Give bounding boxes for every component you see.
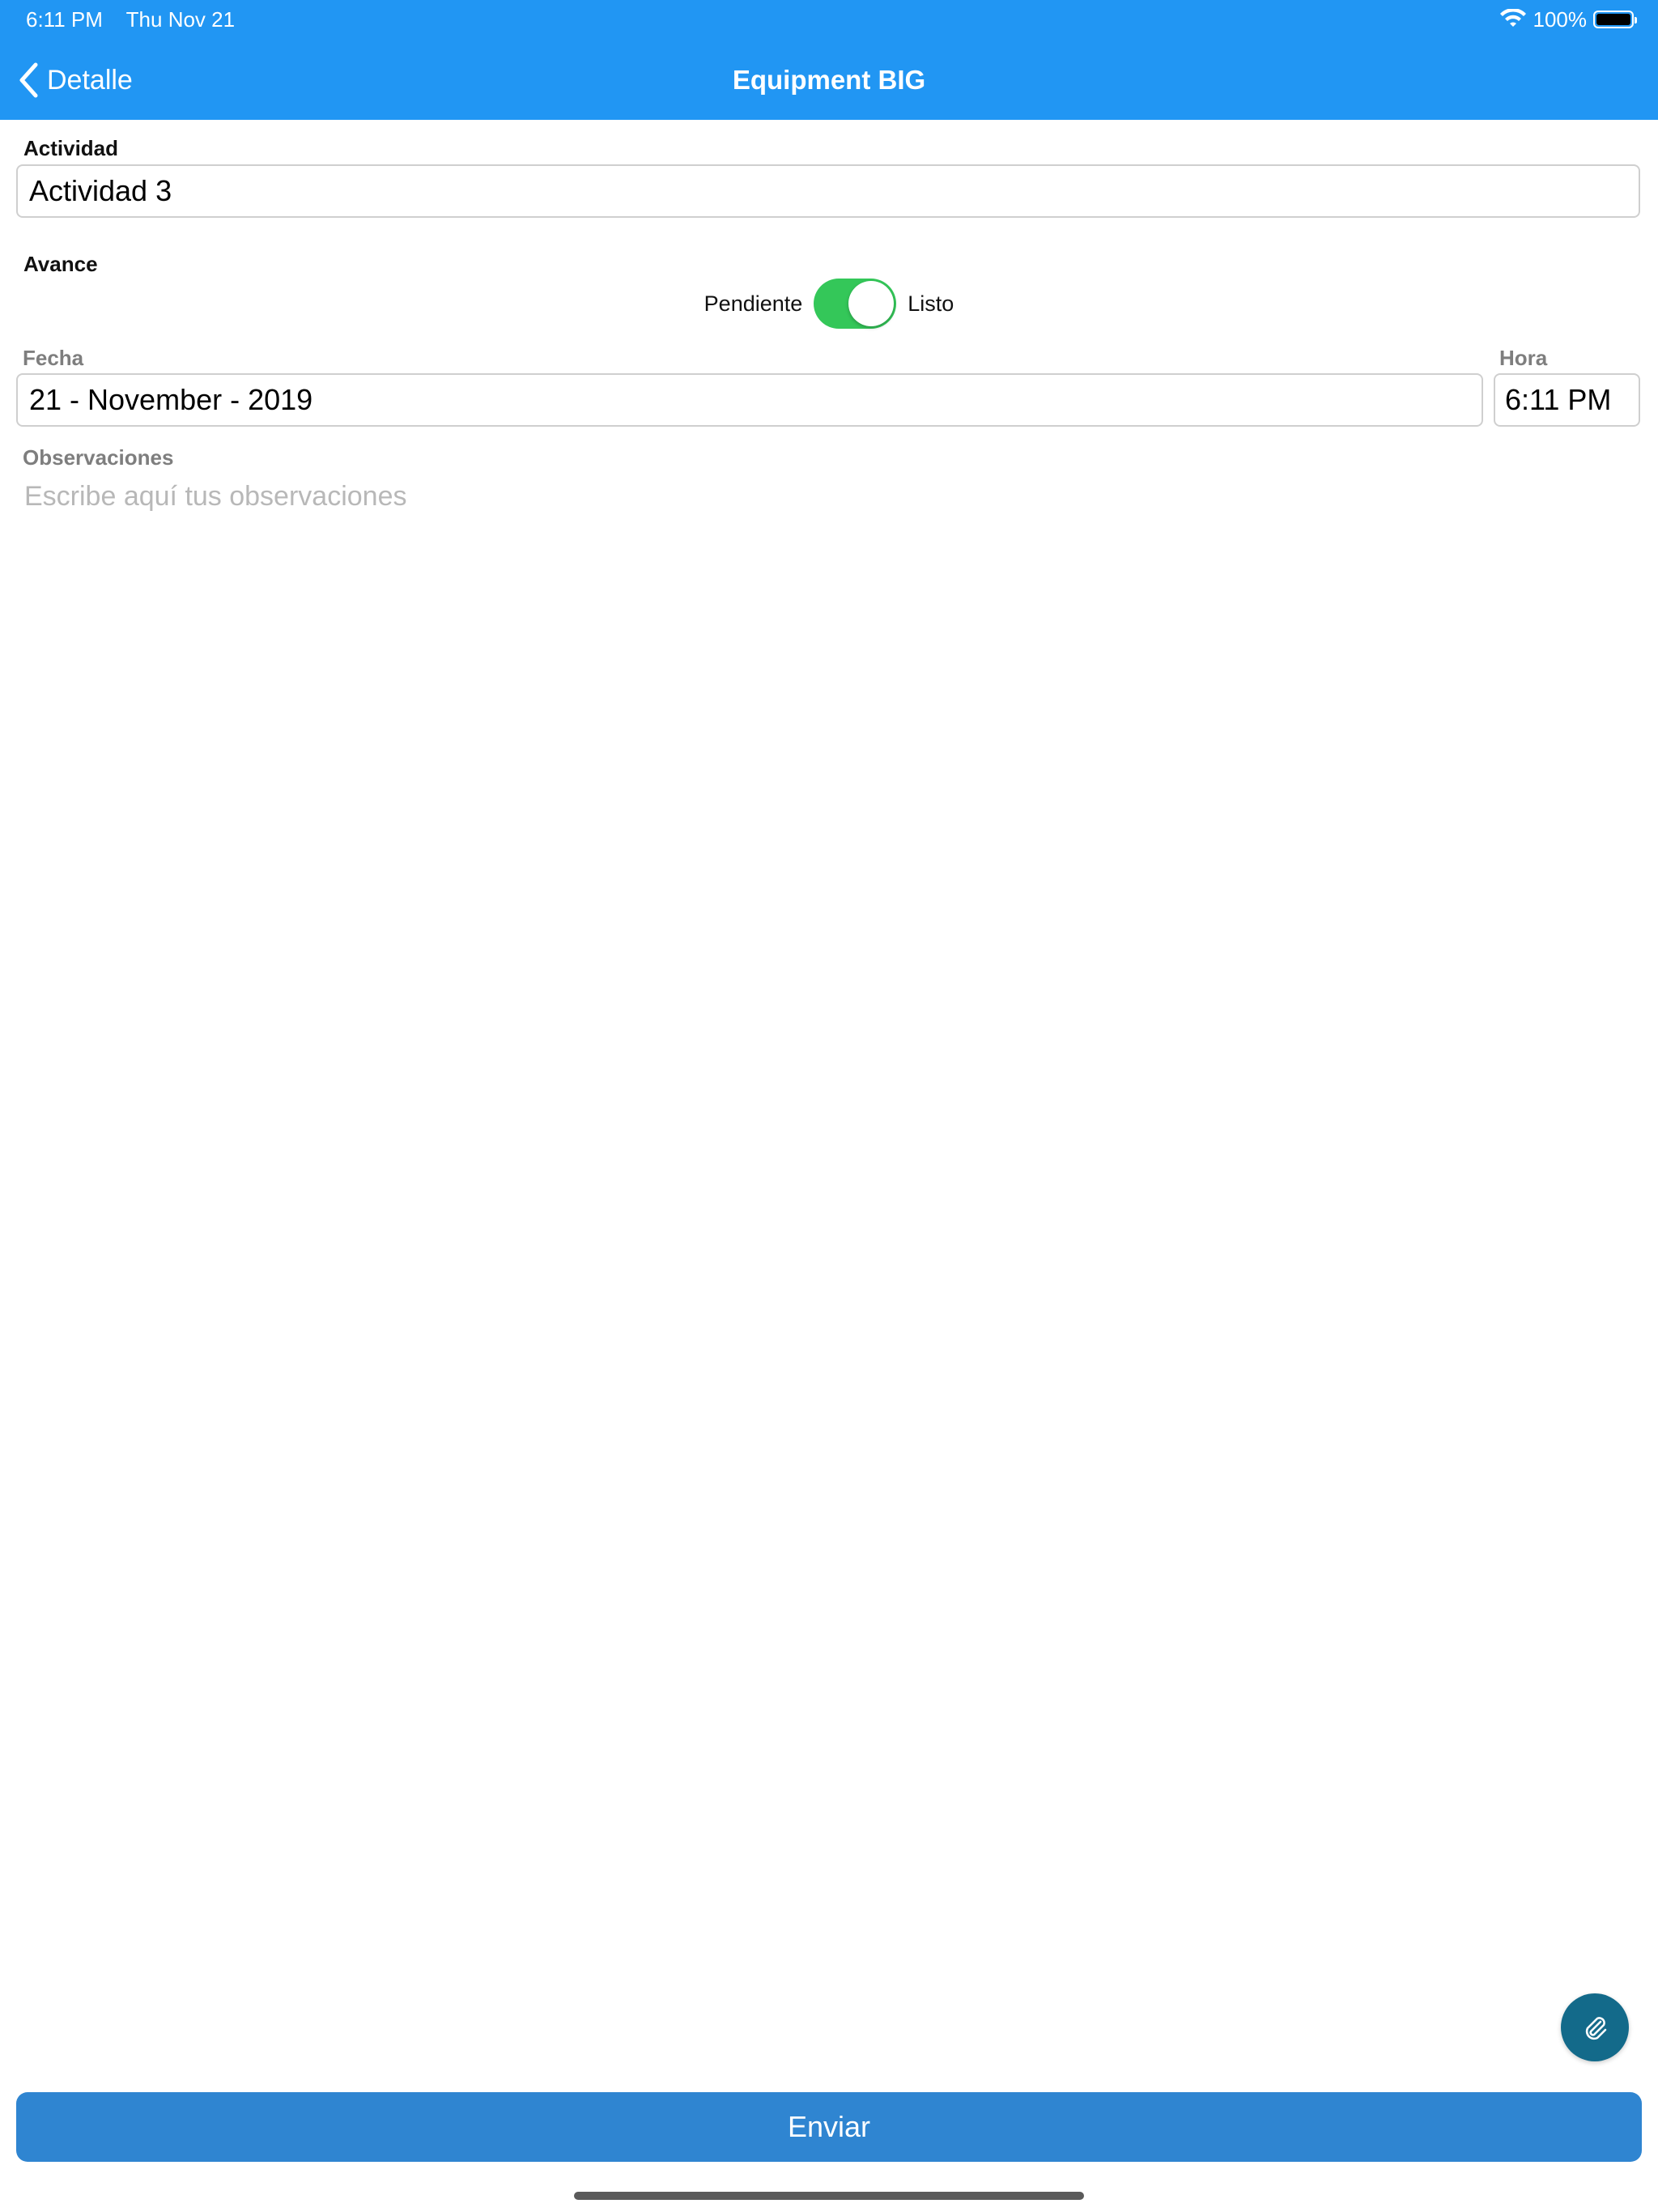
battery-percentage: 100% — [1533, 6, 1588, 32]
paperclip-icon — [1585, 2017, 1607, 2040]
status-time: 6:11 PM — [26, 7, 103, 32]
battery-icon — [1593, 11, 1637, 28]
actividad-label: Actividad — [23, 136, 119, 160]
toggle-left-label: Pendiente — [704, 291, 803, 316]
status-bar-right: 100% — [1499, 6, 1637, 32]
hora-label: Hora — [1499, 346, 1548, 370]
hora-field[interactable]: 6:11 PM — [1494, 373, 1640, 427]
avance-label: Avance — [23, 252, 98, 276]
attach-button[interactable] — [1561, 1993, 1629, 2061]
fecha-field[interactable]: 21 - November - 2019 — [16, 373, 1483, 427]
page-title: Equipment BIG — [732, 65, 926, 95]
observaciones-label: Observaciones — [23, 445, 174, 470]
top-bar: 6:11 PM Thu Nov 21 100% Detalle Equipmen… — [0, 0, 1658, 120]
observaciones-input[interactable]: Escribe aquí tus observaciones — [24, 481, 406, 513]
toggle-right-label: Listo — [908, 291, 954, 316]
toggle-knob — [848, 281, 895, 326]
status-date: Thu Nov 21 — [125, 7, 236, 32]
fecha-label: Fecha — [23, 346, 84, 370]
home-indicator — [574, 2192, 1084, 2200]
avance-toggle-row: Pendiente Listo — [0, 275, 1658, 332]
submit-button[interactable]: Enviar — [16, 2092, 1642, 2162]
avance-toggle[interactable] — [814, 279, 897, 329]
wifi-icon — [1499, 9, 1526, 27]
actividad-field[interactable]: Actividad 3 — [16, 164, 1640, 218]
status-bar-left: 6:11 PM Thu Nov 21 — [26, 6, 253, 32]
